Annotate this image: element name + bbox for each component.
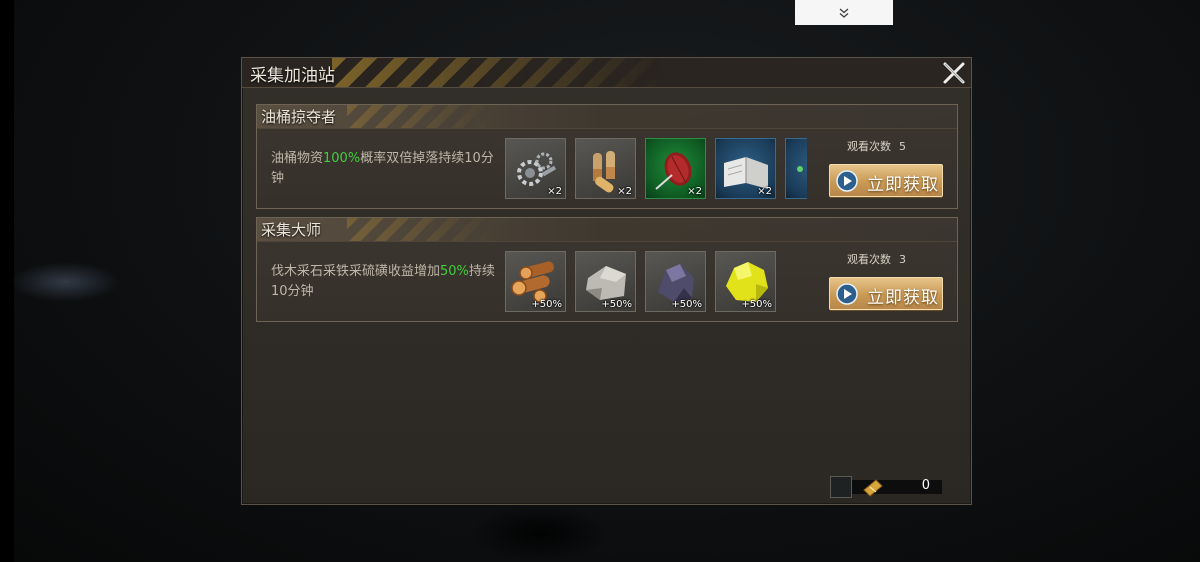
item-quantity: +50% [671,299,702,310]
card-title: 采集大师 [261,221,322,239]
double-chevron-down-icon [839,7,849,18]
desc-text: 油桶物资 [271,151,324,166]
header-hazard-stripes [332,58,662,87]
reward-item[interactable]: ×2 [715,138,776,199]
reward-item[interactable]: +50% [715,251,776,312]
desc-text: 伐木采石采铁采硫磺收益增加 [271,264,441,279]
reward-item[interactable]: ×2 [645,138,706,199]
item-quantity: ×2 [617,186,632,197]
item-quantity: +50% [531,299,562,310]
dialog-header: 采集加油站 [242,58,971,88]
desc-highlight: 50% [440,264,469,279]
dialog-title: 采集加油站 [250,66,335,86]
card-description: 油桶物资100%概率双倍掉落持续10分钟 [271,149,501,189]
reward-item[interactable]: +50% [645,251,706,312]
item-quantity: +50% [741,299,772,310]
item-quantity: ×2 [687,186,702,197]
get-now-button[interactable]: 立即获取 [829,277,943,310]
reward-items: +50% +50% +50% +50% [505,251,807,315]
card-title: 油桶掠夺者 [261,108,337,126]
get-now-button[interactable]: 立即获取 [829,164,943,197]
gathering-boost-dialog: 采集加油站 油桶掠夺者 油桶物资100%概率双倍掉落持续10分钟 ×2 ×2 ×… [241,57,972,505]
view-count: 观看次数 3 [847,251,917,267]
play-icon [836,283,858,305]
currency-display: 0 [830,476,942,498]
card-header-stripes [347,218,497,241]
close-x-icon [943,62,965,84]
background-shadow [470,505,610,562]
reward-item-partial[interactable] [785,138,807,199]
view-count-label: 观看次数 [847,253,891,266]
view-count-label: 观看次数 [847,140,891,153]
item-quantity: ×2 [757,186,772,197]
get-now-label: 立即获取 [867,175,939,195]
reward-item[interactable]: ×2 [575,138,636,199]
boost-card-barrel-raider: 油桶掠夺者 油桶物资100%概率双倍掉落持续10分钟 ×2 ×2 ×2 ×2 观… [256,104,958,209]
card-header: 采集大师 [257,218,957,242]
partial-item-icon [797,166,803,172]
play-icon [836,170,858,192]
reward-item[interactable]: +50% [575,251,636,312]
card-header-stripes [347,105,497,128]
currency-slot [830,476,852,498]
background-foliage [10,262,120,302]
card-description: 伐木采石采铁采硫磺收益增加50%持续10分钟 [271,262,501,302]
reward-item[interactable]: +50% [505,251,566,312]
boost-card-gathering-master: 采集大师 伐木采石采铁采硫磺收益增加50%持续10分钟 +50% +50% +5… [256,217,958,322]
view-count-value: 5 [899,140,906,153]
reward-item[interactable]: ×2 [505,138,566,199]
item-quantity: +50% [601,299,632,310]
card-header: 油桶掠夺者 [257,105,957,129]
view-count-value: 3 [899,253,906,266]
ticket-icon [863,479,883,497]
desc-highlight: 100% [323,151,361,166]
close-button[interactable] [940,60,968,86]
reward-items: ×2 ×2 ×2 ×2 [505,138,807,202]
currency-value: 0 [921,478,930,493]
collapse-tab[interactable] [795,0,893,25]
get-now-label: 立即获取 [867,288,939,308]
item-quantity: ×2 [547,186,562,197]
view-count: 观看次数 5 [847,138,917,154]
